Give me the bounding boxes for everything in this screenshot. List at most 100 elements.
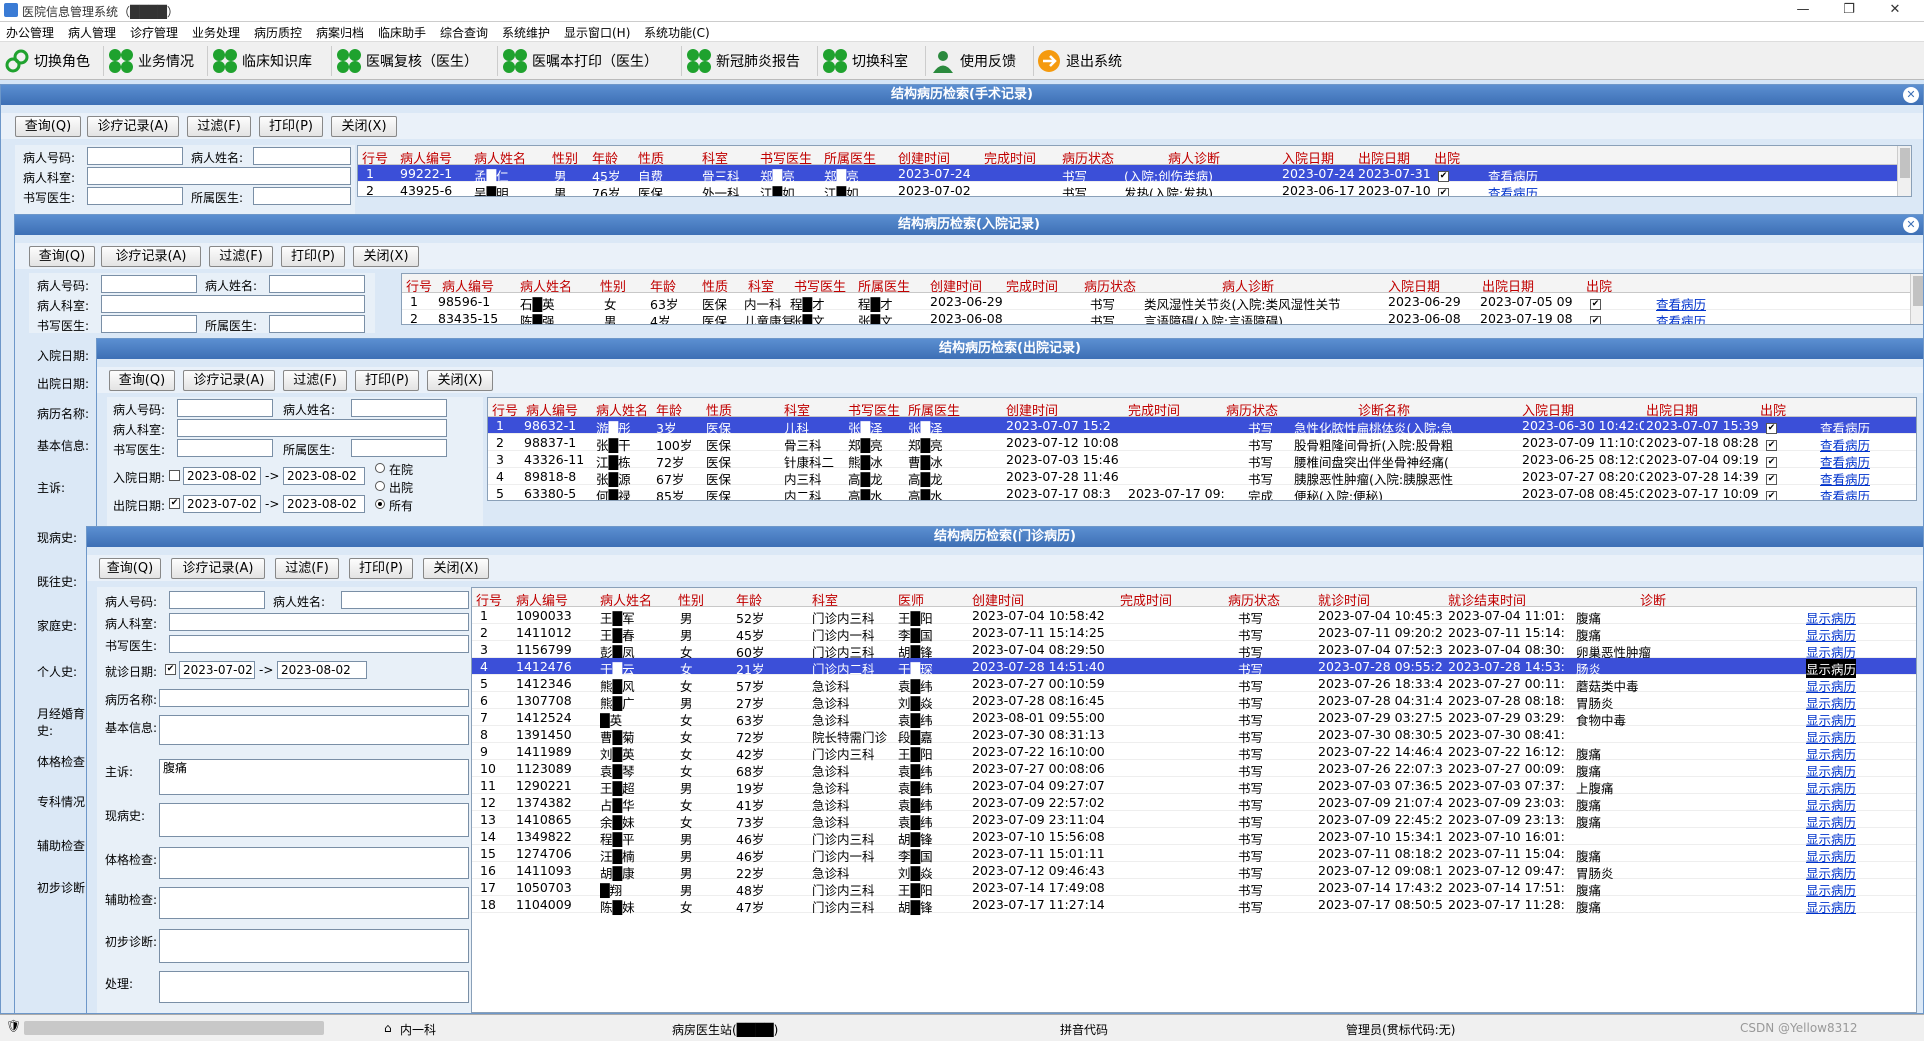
order-review-button[interactable]: 医嘱复核（医生） xyxy=(336,46,498,76)
patient-dept-input[interactable] xyxy=(101,295,365,313)
query-button[interactable]: 查询(Q) xyxy=(29,246,95,267)
table-row[interactable]: 5 1412346 熊█风女 57岁 急诊科 袁█纬 2023-07-27 00:10:59… xyxy=(472,675,1916,694)
admit-from-input[interactable]: 2023-08-02 xyxy=(183,467,261,485)
table-row[interactable]: 14 1349822 程█平男 46岁 门诊内三科 胡█锋 2023-07-10 15:56… xyxy=(472,828,1916,847)
physical-input[interactable] xyxy=(159,847,469,879)
discharged-checkbox[interactable]: ✔ xyxy=(1590,316,1601,324)
business-status-button[interactable]: 业务情况 xyxy=(108,46,208,76)
records-button[interactable]: 诊疗记录(A) xyxy=(101,246,201,267)
view-record-link[interactable]: 显示病历 xyxy=(1806,897,1856,916)
table-row[interactable]: 2 1411012 王█春男 45岁 门诊内一科 李█国 2023-07-11 15:14:… xyxy=(472,624,1916,643)
table-row[interactable]: 16 1411093 胡█康男 22岁 急诊科 刘█焱 2023-07-12 09:46:4… xyxy=(472,862,1916,881)
menu-quality[interactable]: 病历质控 xyxy=(254,24,302,41)
discharge-date-checkbox[interactable]: ✔ xyxy=(169,498,180,509)
table-row[interactable]: 11 1290221 王█超男 19岁 急诊科 袁█纬 2023-07-04 09:27:0… xyxy=(472,777,1916,796)
patient-dept-input[interactable] xyxy=(177,419,447,437)
menu-function[interactable]: 系统功能(C) xyxy=(644,24,710,41)
query-button[interactable]: 查询(Q) xyxy=(15,116,81,137)
restore-button[interactable]: ❐ xyxy=(1826,0,1872,22)
table-row[interactable]: 12 1374382 占█华女 41岁 急诊科 袁█纬 2023-07-09 22:57:0… xyxy=(472,794,1916,813)
discharge-from-input[interactable]: 2023-07-02 xyxy=(183,495,261,513)
close-icon[interactable]: ✕ xyxy=(1903,217,1919,233)
feedback-button[interactable]: 使用反馈 xyxy=(930,46,1034,76)
menu-patient[interactable]: 病人管理 xyxy=(68,24,116,41)
minimize-button[interactable]: — xyxy=(1780,0,1826,22)
menu-clinical[interactable]: 临床助手 xyxy=(378,24,426,41)
present-input[interactable] xyxy=(159,803,469,837)
exit-button[interactable]: 退出系统 xyxy=(1036,46,1136,76)
query-button[interactable]: 查询(Q) xyxy=(109,370,175,391)
switch-role-button[interactable]: 切换角色 xyxy=(4,46,104,76)
menu-window[interactable]: 显示窗口(H) xyxy=(564,24,630,41)
table-row[interactable]: 1 98632-1 游█彤 3岁 医保 儿科 张█泽 张█泽 2023-07-07 15:2 书写… xyxy=(488,417,1916,436)
discharged-checkbox[interactable]: ✔ xyxy=(1766,440,1777,451)
visit-from-input[interactable]: 2023-07-02 xyxy=(179,661,255,679)
visit-date-checkbox[interactable]: ✔ xyxy=(165,664,176,675)
table-row[interactable]: 9 1411989 刘█英女 42岁 门诊内三科 王█阳 2023-07-22 16:10:… xyxy=(472,743,1916,762)
patient-no-input[interactable] xyxy=(169,591,265,609)
menu-treatment[interactable]: 诊疗管理 xyxy=(130,24,178,41)
table-row[interactable]: 6 1307708 熊█广男 27岁 急诊科 刘█焱 2023-07-28 08:16:45… xyxy=(472,692,1916,711)
view-record-link[interactable]: 查看病历 xyxy=(1820,486,1870,500)
switch-dept-button[interactable]: 切换科室 xyxy=(822,46,926,76)
patient-no-input[interactable] xyxy=(101,275,197,293)
discharged-checkbox[interactable]: ✔ xyxy=(1766,474,1777,485)
menu-query[interactable]: 综合查询 xyxy=(440,24,488,41)
patient-name-input[interactable] xyxy=(341,591,469,609)
table-row[interactable]: 15 1274706 汪█楠男 46岁 门诊内一科 李█国 2023-07-11 15:01… xyxy=(472,845,1916,864)
table-row[interactable]: 7 1412524 █英女 63岁 急诊科 袁█纬 2023-08-01 09:55:00 书… xyxy=(472,709,1916,728)
table-row[interactable]: 1 1090033 王█军男 52岁 门诊内三科 王█阳 2023-07-04 10:58:… xyxy=(472,607,1916,626)
print-button[interactable]: 打印(P) xyxy=(355,370,419,391)
filter-button[interactable]: 过滤(F) xyxy=(275,558,339,579)
print-button[interactable]: 打印(P) xyxy=(349,558,413,579)
patient-dept-input[interactable] xyxy=(169,613,469,631)
menu-archive[interactable]: 病案归档 xyxy=(316,24,364,41)
discharged-checkbox[interactable]: ✔ xyxy=(1438,188,1449,196)
patient-no-input[interactable] xyxy=(87,147,183,165)
surgery-scrollbar[interactable] xyxy=(1897,146,1911,196)
menu-business[interactable]: 业务处理 xyxy=(192,24,240,41)
records-button[interactable]: 诊疗记录(A) xyxy=(171,558,265,579)
chief-input[interactable]: 腹痛 xyxy=(159,759,469,795)
table-row[interactable]: 17 1050703 █翔男 48岁 门诊内三科 王█阳 2023-07-14 17:49:… xyxy=(472,879,1916,898)
discharge-to-input[interactable]: 2023-08-02 xyxy=(283,495,365,513)
owner-input[interactable] xyxy=(351,439,447,457)
patient-name-input[interactable] xyxy=(351,399,447,417)
filter-button[interactable]: 过滤(F) xyxy=(283,370,347,391)
out-hospital-radio[interactable] xyxy=(375,481,385,491)
table-row[interactable]: 4 89818-8 张█源 67岁 医保 内三科 高█龙 高█龙 2023-07-28 11:4… xyxy=(488,468,1916,487)
close-button[interactable]: 关闭(X) xyxy=(423,558,489,579)
patient-no-input[interactable] xyxy=(177,399,273,417)
table-row[interactable]: 2 98837-1 张█干 100岁 医保 骨三科 郑█亮 郑█亮 2023-07-12 10:… xyxy=(488,434,1916,453)
table-row[interactable]: 1 99222-1 孟█仁男 45岁 自费 骨三科 郑█亮 郑█亮 2023-07-24 书写 (入… xyxy=(358,165,1911,184)
close-button[interactable]: 关闭(X) xyxy=(331,116,397,137)
writer-input[interactable] xyxy=(177,439,273,457)
discharged-checkbox[interactable]: ✔ xyxy=(1766,423,1777,434)
treatment-input[interactable] xyxy=(159,971,469,1003)
patient-name-input[interactable] xyxy=(253,147,351,165)
query-button[interactable]: 查询(Q) xyxy=(99,558,161,579)
order-print-button[interactable]: 医嘱本打印（医生） xyxy=(502,46,682,76)
table-row[interactable]: 3 43326-11 江█栋 72岁 医保 针康科二 熊█冰 曹█冰 2023-07-03 15… xyxy=(488,451,1916,470)
table-row[interactable]: 8 1391450 曹█菊女 72岁 院长特需门诊 段█嘉 2023-07-30 08:31… xyxy=(472,726,1916,745)
basic-info-input[interactable] xyxy=(159,715,469,745)
close-icon[interactable]: ✕ xyxy=(1903,87,1919,103)
patient-dept-input[interactable] xyxy=(87,167,351,185)
admission-scrollbar[interactable] xyxy=(1910,274,1923,324)
menu-system[interactable]: 系统维护 xyxy=(502,24,550,41)
discharged-checkbox[interactable]: ✔ xyxy=(1766,491,1777,500)
discharged-checkbox[interactable]: ✔ xyxy=(1438,171,1449,182)
table-row[interactable]: 1 98596-1 石█英女 63岁 医保 内一科 程█才 程█才 2023-06-29 书写 类风… xyxy=(402,293,1923,312)
discharged-checkbox[interactable]: ✔ xyxy=(1766,457,1777,468)
admit-date-checkbox[interactable] xyxy=(169,470,180,481)
table-row[interactable]: 5 63380-5 何█禄 85岁 医保 内二科 高█水 高█水 2023-07-17 08:3… xyxy=(488,485,1916,500)
table-row[interactable]: 13 1410865 余█妹女 73岁 急诊科 袁█纬 2023-07-09 23:11:0… xyxy=(472,811,1916,830)
records-button[interactable]: 诊疗记录(A) xyxy=(87,116,179,137)
covid-report-button[interactable]: 新冠肺炎报告 xyxy=(686,46,818,76)
close-button[interactable]: 关闭(X) xyxy=(427,370,493,391)
table-row[interactable]: 4 1412476 于█云女 21岁 门诊内二科 于█琛 2023-07-28 14:51:… xyxy=(472,658,1916,678)
visit-to-input[interactable]: 2023-08-02 xyxy=(277,661,367,679)
print-button[interactable]: 打印(P) xyxy=(281,246,345,267)
writer-input[interactable] xyxy=(101,315,197,333)
discharged-checkbox[interactable]: ✔ xyxy=(1590,299,1601,310)
